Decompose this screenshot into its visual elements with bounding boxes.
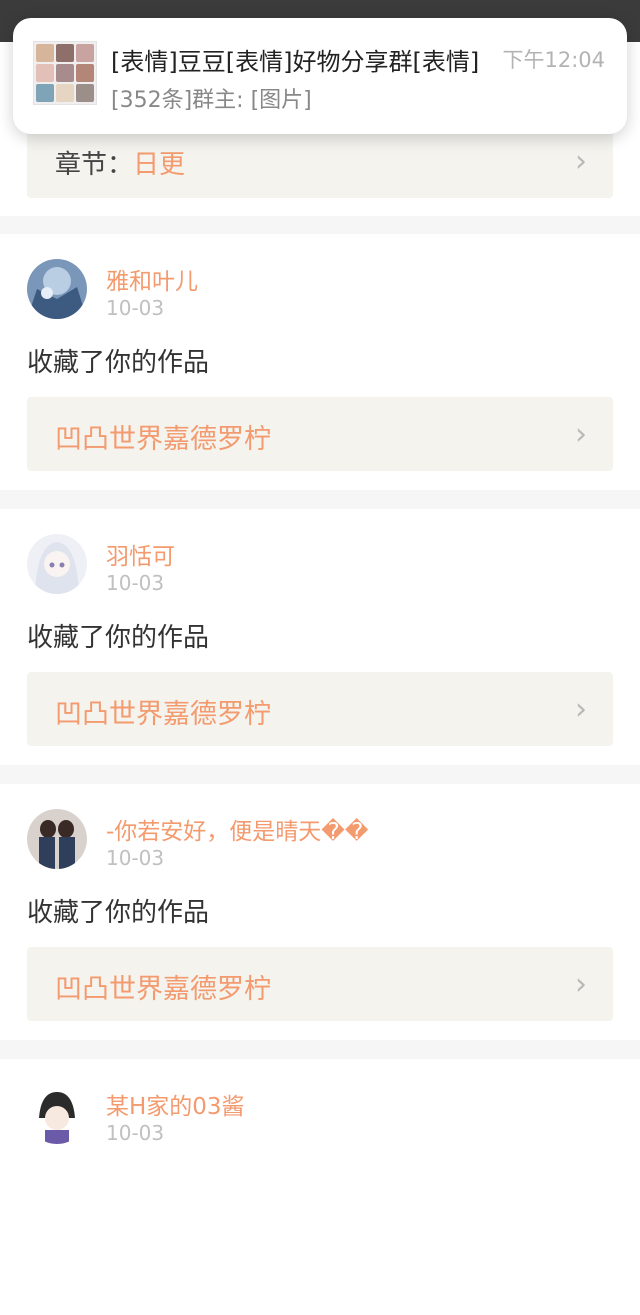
chevron-right-icon: › [575,144,587,179]
avatar[interactable] [27,1084,87,1144]
action-text: 收藏了你的作品 [27,348,210,378]
chevron-right-icon: › [575,967,587,1002]
list-item: 某H家的03酱 10-03 [0,1059,640,1315]
timestamp: 10-03 [106,1121,165,1145]
list-item: 雅和叶儿 10-03 收藏了你的作品 凹凸世界嘉德罗柠 › [0,234,640,490]
list-item: -你若安好，便是晴天�� 10-03 收藏了你的作品 凹凸世界嘉德罗柠 › [0,784,640,1040]
username-link[interactable]: 某H家的03酱 [106,1087,245,1121]
work-link[interactable]: 凹凸世界嘉德罗柠 › [27,672,613,746]
chapter-row[interactable]: 章节：日更 › [27,124,613,198]
timestamp: 10-03 [106,571,165,595]
work-link[interactable]: 凹凸世界嘉德罗柠 › [27,397,613,471]
notification-banner[interactable]: [表情]豆豆[表情]好物分享群[表情] 下午12:04 [352条]群主: [图… [13,18,627,134]
avatar[interactable] [27,259,87,319]
timestamp: 10-03 [106,846,165,870]
chevron-right-icon: › [575,417,587,452]
notification-time: 下午12:04 [502,48,605,72]
timestamp: 10-03 [106,296,165,320]
chevron-right-icon: › [575,692,587,727]
notification-subtitle: [352条]群主: [图片] [111,88,312,113]
work-title: 凹凸世界嘉德罗柠 [55,424,271,455]
action-text: 收藏了你的作品 [27,623,210,653]
username-link[interactable]: 羽恬可 [106,537,175,571]
chapter-value: 日更 [133,150,186,180]
username-link[interactable]: 雅和叶儿 [106,262,198,296]
work-link[interactable]: 凹凸世界嘉德罗柠 › [27,947,613,1021]
avatar[interactable] [27,809,87,869]
work-title: 凹凸世界嘉德罗柠 [55,699,271,730]
partial-card: 章节：日更 › [0,124,640,216]
group-avatar-icon [33,41,97,105]
work-title: 凹凸世界嘉德罗柠 [55,974,271,1005]
list-item: 羽恬可 10-03 收藏了你的作品 凹凸世界嘉德罗柠 › [0,509,640,765]
avatar[interactable] [27,534,87,594]
action-text: 收藏了你的作品 [27,898,210,928]
notification-title: [表情]豆豆[表情]好物分享群[表情] [111,48,480,76]
username-link[interactable]: -你若安好，便是晴天�� [106,812,368,846]
chapter-label: 章节：日更 [55,150,186,180]
